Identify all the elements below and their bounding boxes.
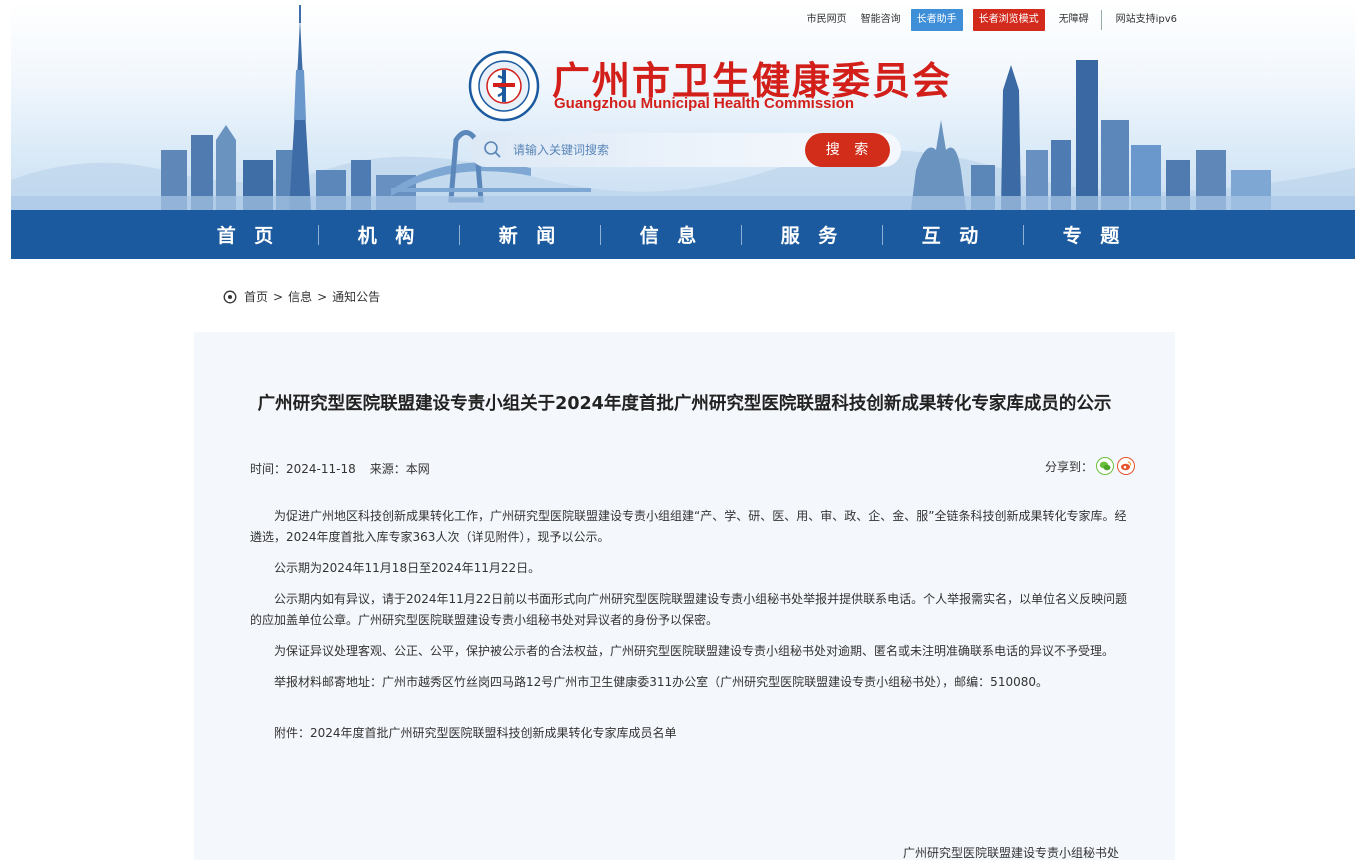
search-input[interactable] [513, 143, 813, 157]
nav-item-topics[interactable]: 专 题 [1044, 221, 1144, 248]
breadcrumb-separator: > [317, 289, 328, 304]
toplink-elder-assistant-button[interactable]: 长者助手 [910, 9, 963, 31]
toplink-smart-consult[interactable]: 智能咨询 [861, 9, 901, 31]
site-title-english: Guangzhou Municipal Health Commission [554, 95, 855, 112]
nav-item-news[interactable]: 新 闻 [480, 221, 580, 248]
wechat-share-icon[interactable] [1096, 457, 1114, 475]
nav-item-information[interactable]: 信 息 [621, 221, 721, 248]
toplink-ipv6: 网站支持ipv6 [1115, 14, 1177, 25]
breadcrumb-notice-link[interactable]: 通知公告 [332, 288, 380, 305]
search-button[interactable]: 搜 索 [805, 133, 890, 167]
article-source: 来源：本网 [369, 462, 430, 476]
breadcrumb-separator: > [273, 289, 284, 304]
share-bar: 分享到： [1045, 457, 1135, 475]
nav-divider [1023, 224, 1024, 245]
nav-item-organization[interactable]: 机 构 [339, 221, 439, 248]
article-signature: 广州研究型医院联盟建设专责小组秘书处 [902, 846, 1119, 860]
toplink-elder-mode-button[interactable]: 长者浏览模式 [972, 9, 1045, 31]
article-date: 时间：2024-11-18 [250, 462, 356, 476]
nav-divider [318, 224, 319, 245]
breadcrumb: 首页 > 信息 > 通知公告 [223, 288, 380, 305]
nav-divider [459, 224, 460, 245]
breadcrumb-info-link[interactable]: 信息 [288, 288, 312, 305]
location-pin-icon [223, 290, 237, 303]
nav-item-home[interactable]: 首 页 [198, 221, 298, 248]
toplink-accessibility[interactable]: 无障碍 [1059, 9, 1089, 31]
article-paragraph: 公示期为2024年11月18日至2024年11月22日。 [274, 561, 541, 575]
nav-item-services[interactable]: 服 务 [762, 221, 862, 248]
toplink-citizen-web[interactable]: 市民网页 [807, 9, 847, 31]
nav-divider [741, 224, 742, 245]
article-panel: 广州研究型医院联盟建设专责小组关于2024年度首批广州研究型医院联盟科技创新成果… [194, 332, 1175, 860]
toplink-divider [1100, 10, 1102, 30]
share-label: 分享到： [1044, 459, 1093, 474]
nav-item-interaction[interactable]: 互 动 [903, 221, 1003, 248]
weibo-share-icon[interactable] [1117, 457, 1135, 475]
article-body: 为促进广州地区科技创新成果转化工作，广州研究型医院联盟建设专责小组组建“产、学、… [250, 506, 1128, 754]
article-paragraph: 为促进广州地区科技创新成果转化工作，广州研究型医院联盟建设专责小组组建“产、学、… [250, 509, 1127, 544]
health-commission-emblem-icon [468, 50, 540, 122]
article-title: 广州研究型医院联盟建设专责小组关于2024年度首批广州研究型医院联盟科技创新成果… [257, 394, 1112, 414]
attachment-link[interactable]: 附件：2024年度首批广州研究型医院联盟科技创新成果转化专家库成员名单 [250, 723, 1128, 744]
top-utility-links: 市民网页 智能咨询 长者助手 长者浏览模式 无障碍 网站支持ipv6 [793, 9, 1177, 31]
article-meta: 时间：2024-11-18 来源：本网 [250, 460, 444, 477]
main-nav: 首 页 机 构 新 闻 信 息 服 务 互 动 专 题 [11, 210, 1355, 259]
article-paragraph: 举报材料邮寄地址：广州市越秀区竹丝岗四马路12号广州市卫生健康委311办公室（广… [274, 675, 1048, 689]
article-paragraph: 公示期内如有异议，请于2024年11月22日前以书面形式向广州研究型医院联盟建设… [250, 592, 1128, 627]
article-paragraph: 为保证异议处理客观、公正、公平，保护被公示者的合法权益，广州研究型医院联盟建设专… [274, 644, 1115, 658]
breadcrumb-home-link[interactable]: 首页 [244, 288, 268, 305]
nav-divider [882, 224, 883, 245]
nav-divider [600, 224, 601, 245]
search-icon [484, 141, 501, 158]
header-banner: 市民网页 智能咨询 长者助手 长者浏览模式 无障碍 网站支持ipv6 广州市卫生… [11, 0, 1355, 210]
